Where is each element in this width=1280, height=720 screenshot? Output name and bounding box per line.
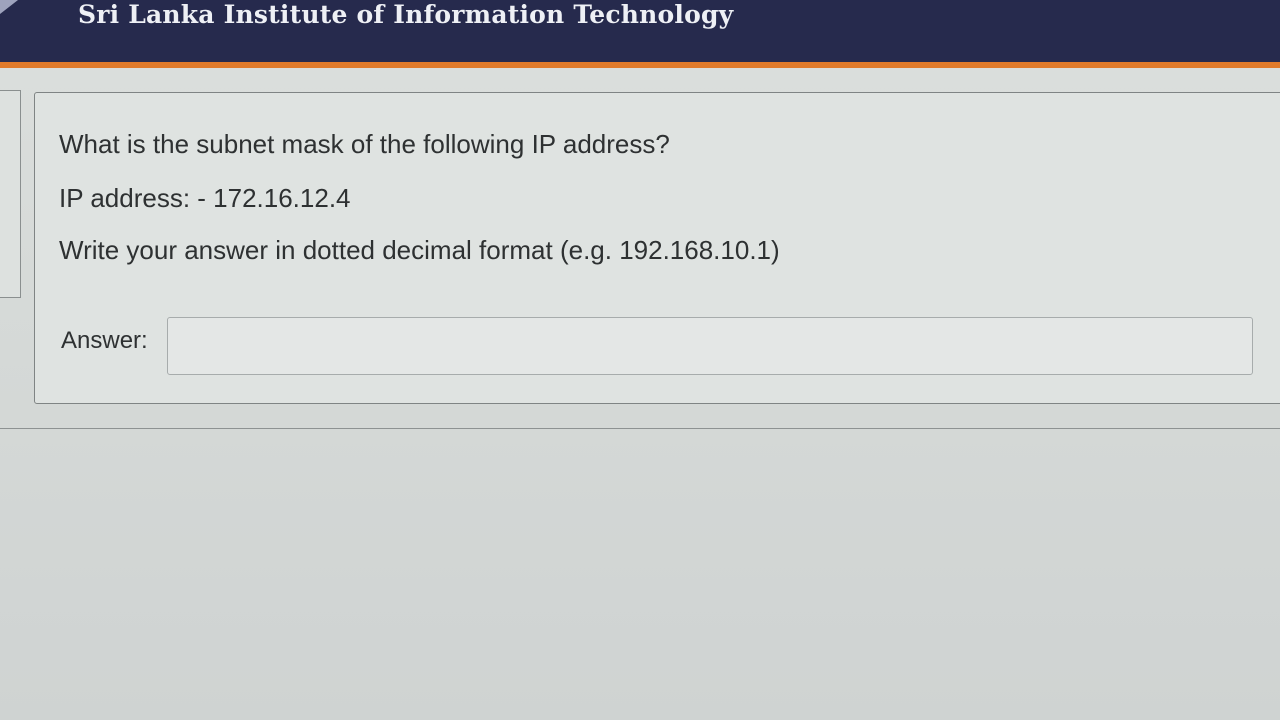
- answer-format-instruction: Write your answer in dotted decimal form…: [59, 235, 780, 265]
- header-accent-bar: [0, 62, 1280, 68]
- section-divider: [0, 428, 1280, 429]
- site-title: Sri Lanka Institute of Information Techn…: [78, 0, 734, 29]
- ip-address-line: IP address: - 172.16.12.4: [59, 183, 351, 213]
- answer-input[interactable]: [167, 317, 1253, 375]
- answer-label: Answer:: [61, 327, 148, 354]
- question-box: What is the subnet mask of the following…: [34, 92, 1280, 404]
- site-header: Sri Lanka Institute of Information Techn…: [0, 0, 1280, 62]
- question-info-panel: [0, 90, 21, 298]
- header-corner-icon: [0, 0, 18, 14]
- question-text: What is the subnet mask of the following…: [59, 129, 670, 159]
